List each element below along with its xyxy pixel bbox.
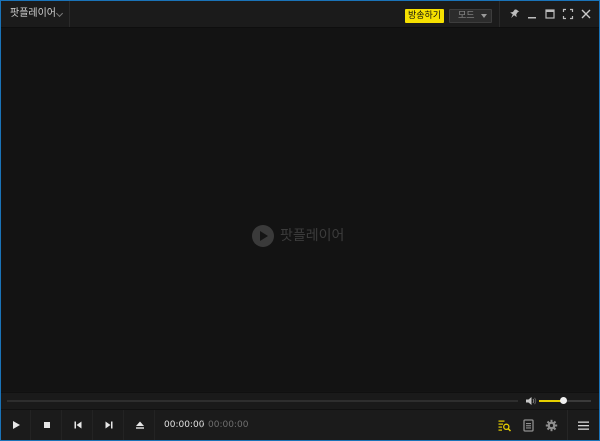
play-button[interactable]	[1, 410, 31, 440]
current-time: 00:00:00	[164, 420, 205, 430]
maximize-icon[interactable]	[544, 8, 556, 20]
play-logo-icon	[252, 225, 274, 247]
logo-text: 팟플레이어	[280, 228, 345, 244]
previous-button[interactable]	[63, 410, 93, 440]
playlist-search-icon[interactable]	[498, 419, 511, 432]
potplayer-window: 팟플레이어 방송하기 모드 팟플레이어 00:00:00 / 00:00:00	[0, 0, 600, 441]
fullscreen-icon[interactable]	[562, 8, 574, 20]
total-time: 00:00:00	[208, 420, 249, 430]
seek-bar[interactable]	[7, 400, 518, 402]
volume-icon[interactable]	[525, 396, 537, 406]
control-divider	[567, 410, 568, 440]
title-divider	[499, 1, 500, 27]
stop-button[interactable]	[32, 410, 62, 440]
app-menu-button[interactable]: 팟플레이어	[1, 1, 70, 27]
next-button[interactable]	[94, 410, 124, 440]
volume-knob[interactable]	[560, 397, 567, 404]
volume-slider[interactable]	[539, 397, 591, 404]
playlist-icon[interactable]	[522, 419, 535, 432]
next-icon	[105, 421, 113, 429]
main-menu-icon[interactable]	[577, 419, 590, 432]
close-icon[interactable]	[580, 8, 592, 20]
eject-button[interactable]	[125, 410, 155, 440]
previous-icon	[74, 421, 82, 429]
eject-icon	[136, 421, 144, 429]
control-bar: 00:00:00 / 00:00:00	[1, 409, 599, 440]
minimize-icon[interactable]	[526, 8, 538, 20]
mode-label: 모드	[458, 11, 475, 21]
pin-icon[interactable]	[508, 8, 520, 20]
settings-gear-icon[interactable]	[545, 419, 558, 432]
broadcast-button[interactable]: 방송하기	[405, 9, 444, 23]
seek-row	[1, 392, 599, 409]
video-display-area[interactable]: 팟플레이어	[2, 28, 598, 391]
dropdown-arrow-icon	[481, 14, 487, 18]
time-separator: /	[201, 420, 205, 430]
potplayer-logo: 팟플레이어	[252, 224, 344, 248]
chevron-down-icon	[55, 9, 64, 18]
title-bar: 팟플레이어 방송하기 모드	[1, 1, 599, 28]
stop-icon	[44, 422, 50, 428]
app-title: 팟플레이어	[10, 8, 56, 19]
play-icon	[13, 421, 20, 429]
mode-dropdown[interactable]: 모드	[449, 9, 492, 23]
